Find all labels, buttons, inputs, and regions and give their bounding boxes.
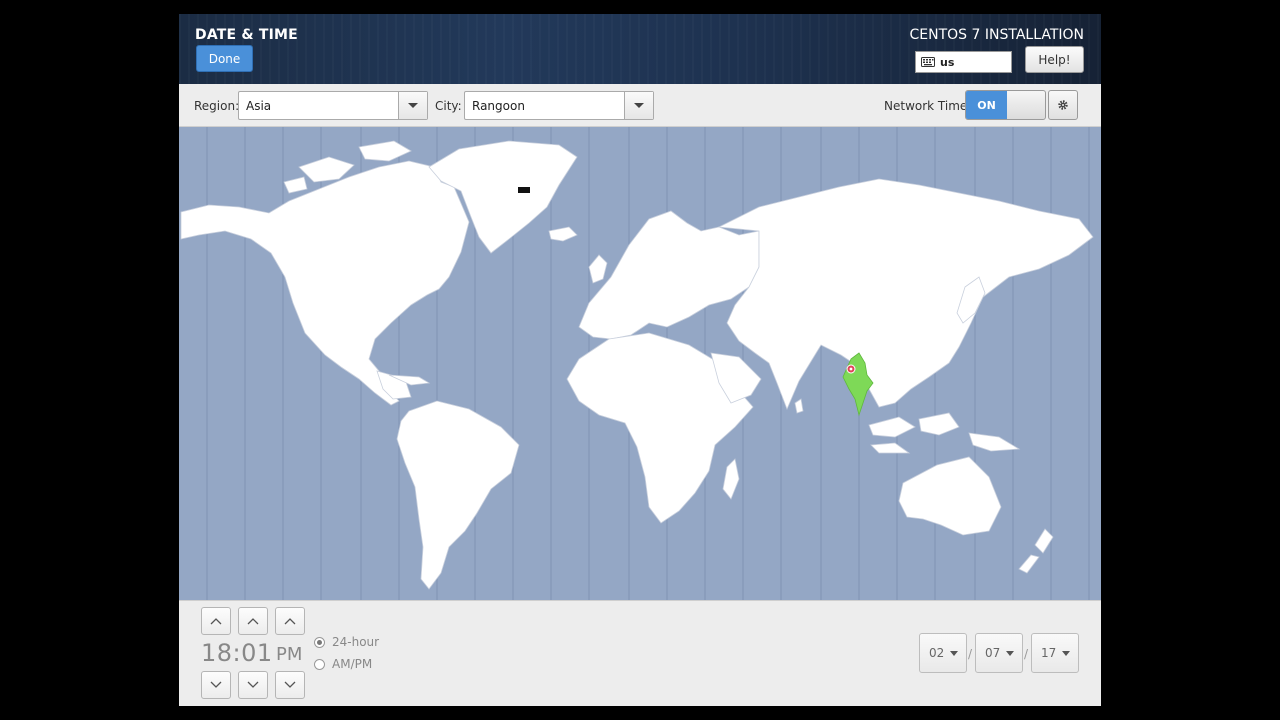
page-title: DATE & TIME (195, 27, 298, 43)
day-value: 07 (985, 646, 1001, 660)
switch-on-label: ON (966, 91, 1007, 119)
product-title: CENTOS 7 INSTALLATION (909, 27, 1084, 43)
region-dropdown-button[interactable] (398, 92, 427, 119)
ntp-settings-button[interactable] (1048, 90, 1078, 120)
gear-icon (1058, 100, 1068, 110)
ampm-down-button[interactable] (275, 671, 305, 699)
format-ampm-label: AM/PM (332, 657, 373, 671)
minute-down-button[interactable] (238, 671, 268, 699)
city-label: City: (435, 99, 462, 113)
month-value: 02 (929, 646, 945, 660)
day-dropdown[interactable]: 07 (975, 633, 1023, 673)
keyboard-layout-indicator[interactable]: us (915, 51, 1012, 73)
chevron-up-icon (210, 618, 222, 625)
timezone-toolbar: Region: Asia City: Rangoon Network Time … (179, 84, 1101, 127)
time-display: 18:01 (201, 639, 273, 667)
chevron-down-icon (634, 103, 644, 108)
city-value: Rangoon (472, 99, 525, 113)
installer-window: DATE & TIME Done CENTOS 7 INSTALLATION u… (179, 14, 1101, 706)
year-value: 17 (1041, 646, 1057, 660)
format-24hour-label: 24-hour (332, 635, 380, 649)
format-24hour-radio[interactable]: 24-hour (314, 635, 379, 649)
date-separator: / (968, 647, 973, 661)
year-dropdown[interactable]: 17 (1031, 633, 1079, 673)
map-cursor-icon (518, 187, 530, 193)
network-time-switch[interactable]: ON (965, 90, 1046, 120)
region-value: Asia (246, 99, 272, 113)
chevron-down-icon (1006, 650, 1015, 656)
city-combo[interactable]: Rangoon (464, 91, 654, 120)
time-date-panel: 18:01 PM 24-hour AM/PM 02 / 07 / 17 (179, 600, 1101, 706)
keyboard-icon (921, 57, 935, 67)
world-map[interactable] (179, 127, 1101, 600)
radio-circle (314, 636, 325, 648)
timezone-pin-center (849, 367, 853, 371)
region-label: Region: (194, 99, 240, 113)
chevron-down-icon (247, 681, 259, 688)
chevron-down-icon (210, 681, 222, 688)
city-dropdown-button[interactable] (624, 92, 653, 119)
ampm-indicator: PM (276, 644, 303, 665)
timezone-map[interactable] (179, 127, 1101, 600)
chevron-up-icon (247, 618, 259, 625)
hour-down-button[interactable] (201, 671, 231, 699)
chevron-down-icon (950, 650, 959, 656)
radio-dot (317, 639, 322, 645)
radio-circle (314, 658, 325, 670)
month-dropdown[interactable]: 02 (919, 633, 967, 673)
keyboard-layout-label: us (940, 55, 955, 69)
hour-up-button[interactable] (201, 607, 231, 635)
network-time-label: Network Time (884, 99, 968, 113)
chevron-down-icon (1062, 650, 1071, 656)
region-combo[interactable]: Asia (238, 91, 428, 120)
date-separator: / (1024, 647, 1029, 661)
ampm-up-button[interactable] (275, 607, 305, 635)
done-button[interactable]: Done (196, 45, 253, 72)
chevron-up-icon (284, 618, 296, 625)
format-ampm-radio[interactable]: AM/PM (314, 657, 372, 671)
minute-up-button[interactable] (238, 607, 268, 635)
header-bar: DATE & TIME Done CENTOS 7 INSTALLATION u… (179, 14, 1101, 84)
help-button[interactable]: Help! (1025, 46, 1084, 73)
chevron-down-icon (408, 103, 418, 108)
chevron-down-icon (284, 681, 296, 688)
